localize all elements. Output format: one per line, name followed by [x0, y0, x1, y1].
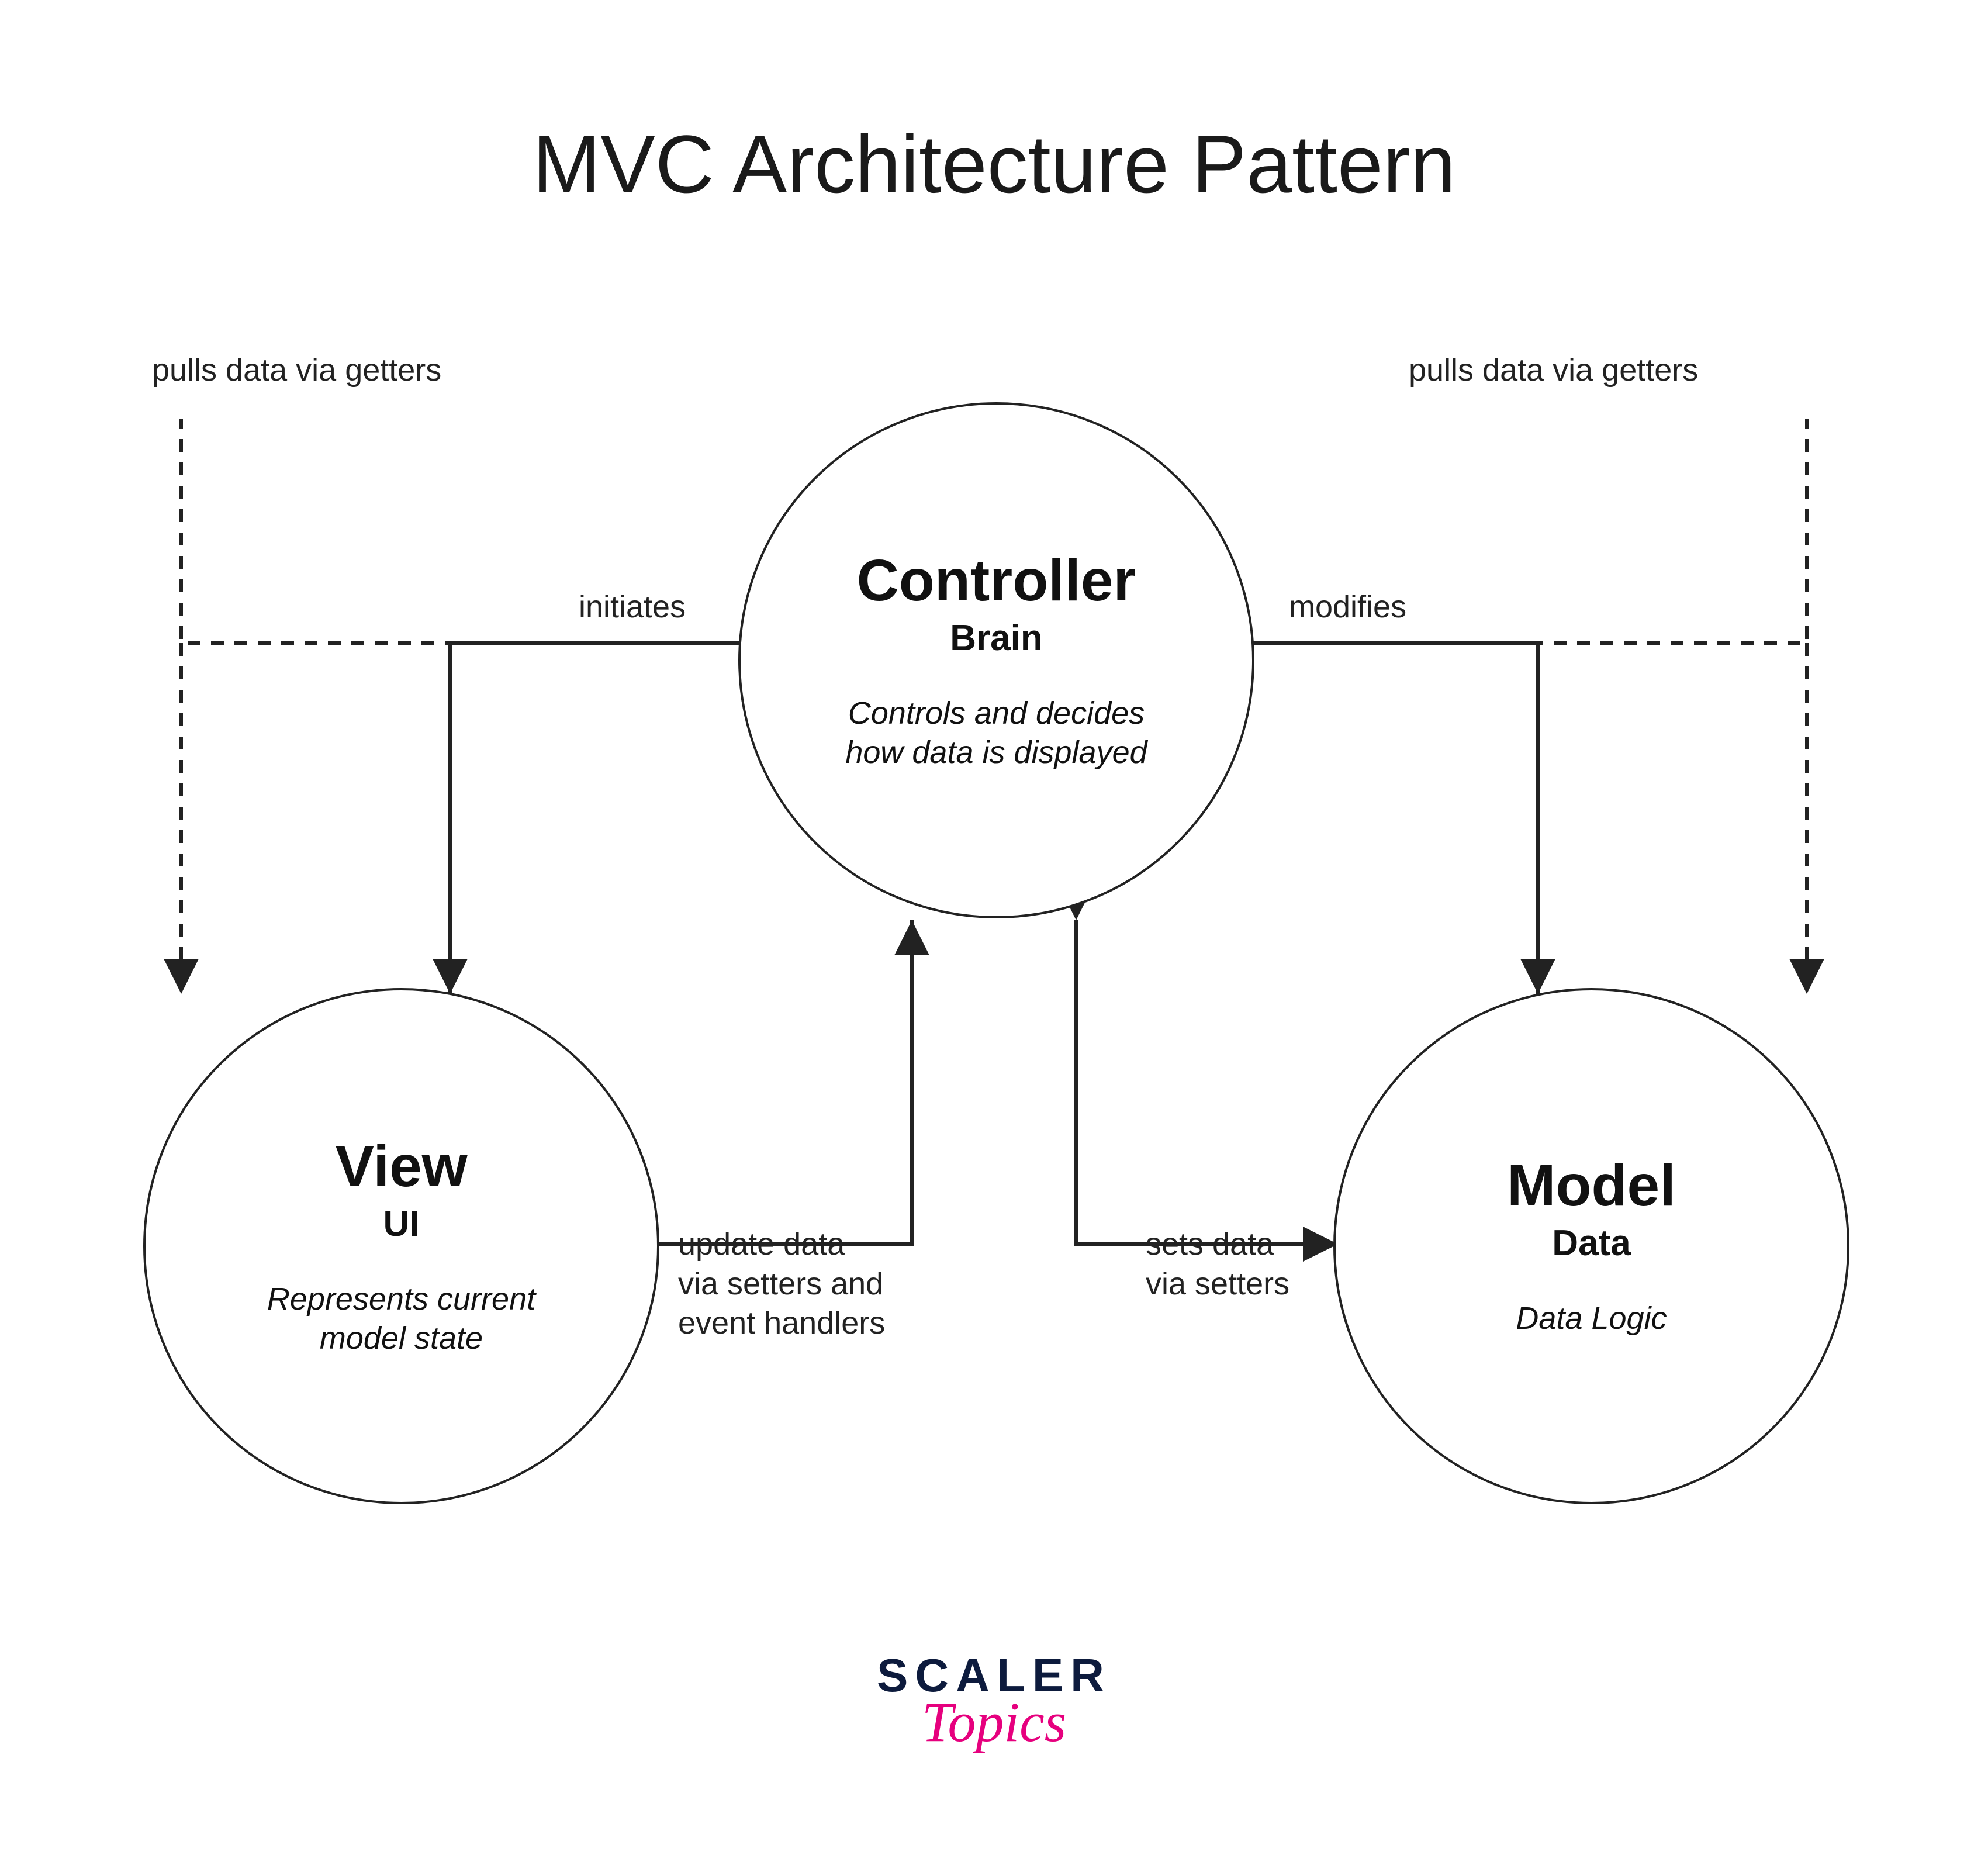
- model-role: Data: [1552, 1222, 1630, 1264]
- view-role: UI: [383, 1203, 420, 1245]
- edge-label-update: update data via setters and event handle…: [678, 1225, 988, 1343]
- edge-label-model-pulls: pulls data via getters: [1409, 351, 1698, 391]
- model-node: Model Data Data Logic: [1333, 988, 1849, 1504]
- edge-label-sets: sets data via setters: [1146, 1225, 1333, 1304]
- controller-role: Brain: [950, 617, 1042, 659]
- connector-lines: [0, 0, 1988, 1855]
- edge-label-view-pulls: pulls data via getters: [152, 351, 441, 391]
- view-desc: Represents current model state: [267, 1280, 535, 1359]
- diagram-title: MVC Architecture Pattern: [0, 117, 1988, 212]
- model-desc: Data Logic: [1516, 1299, 1667, 1339]
- edge-label-modifies: modifies: [1289, 588, 1406, 627]
- controller-name: Controller: [857, 548, 1136, 613]
- diagram-canvas: MVC Architecture Pattern Controller Brai…: [0, 0, 1988, 1855]
- brand-logo: SCALER Topics: [0, 1649, 1988, 1754]
- model-name: Model: [1507, 1153, 1676, 1218]
- edge-label-initiates: initiates: [579, 588, 686, 627]
- controller-desc: Controls and decides how data is display…: [845, 694, 1147, 773]
- view-name: View: [335, 1134, 467, 1198]
- controller-node: Controller Brain Controls and decides ho…: [738, 402, 1254, 918]
- view-node: View UI Represents current model state: [143, 988, 659, 1504]
- brand-line2: Topics: [0, 1690, 1988, 1754]
